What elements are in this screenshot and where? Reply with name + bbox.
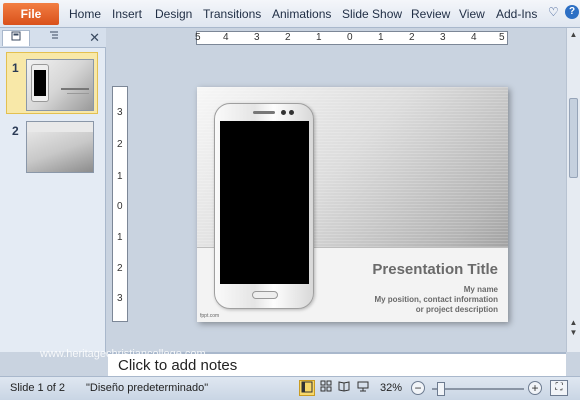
fit-to-window-icon[interactable]: ⛶ (550, 380, 568, 396)
status-bar: Slide 1 of 2 "Diseño predeterminado" 32%… (0, 376, 580, 400)
mini-phone (31, 64, 49, 102)
ruler-tick-label: 5 (195, 32, 201, 43)
tab-home[interactable]: Home (69, 7, 101, 21)
help-icon[interactable]: ? (565, 5, 579, 19)
ruler-tick-label: 2 (117, 139, 123, 150)
slide-counter: Slide 1 of 2 (10, 382, 66, 394)
tab-animations[interactable]: Animations (272, 7, 331, 21)
ruler-tick-label: 4 (471, 32, 477, 43)
tab-view[interactable]: View (459, 7, 485, 21)
subtitle-line: My position, contact information (374, 295, 498, 304)
reading-view-icon[interactable] (336, 380, 352, 396)
subtitle-line: My name (463, 285, 498, 294)
slide-nav-icons[interactable]: ▲ ▼ (568, 318, 579, 338)
zoom-out-button[interactable]: − (411, 381, 425, 395)
vertical-scrollbar[interactable]: ▲ ▲ ▼ (566, 28, 580, 352)
tab-design[interactable]: Design (155, 7, 192, 21)
ruler-tick-label: 0 (117, 201, 123, 212)
ruler-tick-label: 2 (409, 32, 415, 43)
theme-name[interactable]: "Diseño predeterminado" (86, 382, 208, 394)
ruler-tick-label: 3 (440, 32, 446, 43)
zoom-slider-track[interactable] (432, 388, 524, 390)
ruler-tick-label: 1 (117, 232, 123, 243)
pane-tabs: ✕ (0, 28, 106, 48)
scroll-up-icon[interactable]: ▲ (568, 30, 579, 42)
normal-view-icon[interactable] (299, 380, 315, 396)
slide-canvas[interactable]: Presentation Title My name My position, … (197, 87, 508, 322)
ruler-tick-label: 2 (285, 32, 291, 43)
ruler-tick-label: 5 (499, 32, 505, 43)
slide-thumbnail-2[interactable] (26, 121, 94, 173)
scroll-thumb[interactable] (569, 98, 578, 178)
slide-title[interactable]: Presentation Title (372, 261, 498, 278)
ruler-tick-label: 3 (117, 293, 123, 304)
phone-home-button (252, 291, 278, 299)
ribbon-tab-bar: File Home Insert Design Transitions Anim… (0, 0, 580, 28)
outline-view-icon (50, 31, 58, 39)
phone-screen (220, 121, 309, 284)
ruler-tick-label: 3 (254, 32, 260, 43)
subtitle-line: or project description (415, 305, 498, 314)
watermark: www.heritagechristiancollege.com (40, 348, 206, 360)
ruler-tick-label: 1 (117, 171, 123, 182)
slide-footer: fppt.com (200, 313, 220, 319)
slide-number-1: 1 (12, 61, 19, 75)
ruler-tick-label: 3 (117, 107, 123, 118)
file-tab[interactable]: File (3, 3, 59, 25)
slide-sorter-icon[interactable] (318, 380, 334, 396)
slides-pane: ✕ 1 2 (0, 28, 106, 352)
slide-subtitle[interactable]: My name My position, contact information… (374, 285, 498, 315)
slide-number-2: 2 (12, 124, 19, 138)
slideshow-icon[interactable] (355, 380, 371, 396)
slides-view-icon (11, 31, 21, 41)
ruler-tick-label: 4 (223, 32, 229, 43)
zoom-slider-thumb[interactable] (437, 382, 445, 396)
tab-slide-show[interactable]: Slide Show (342, 7, 402, 21)
tab-review[interactable]: Review (411, 7, 450, 21)
heart-icon[interactable]: ♡ (548, 6, 560, 18)
close-icon[interactable]: ✕ (89, 30, 100, 46)
ruler-tick-label: 2 (117, 263, 123, 274)
zoom-in-button[interactable]: + (528, 381, 542, 395)
smartphone-image[interactable] (214, 103, 314, 309)
slide-thumbnail-1[interactable] (26, 59, 94, 111)
tab-insert[interactable]: Insert (112, 7, 142, 21)
ruler-tick-label: 1 (316, 32, 322, 43)
tab-outline-view[interactable] (40, 30, 68, 46)
tab-add-ins[interactable]: Add-Ins (496, 7, 537, 21)
ruler-tick-label: 1 (378, 32, 384, 43)
tab-slides-view[interactable] (2, 30, 30, 46)
zoom-level[interactable]: 32% (380, 382, 402, 394)
ruler-tick-label: 0 (347, 32, 353, 43)
tab-transitions[interactable]: Transitions (203, 7, 261, 21)
horizontal-ruler: 5 4 3 2 1 0 1 2 3 4 5 (195, 31, 508, 45)
vertical-ruler: 3 2 1 0 1 2 3 (112, 86, 128, 322)
